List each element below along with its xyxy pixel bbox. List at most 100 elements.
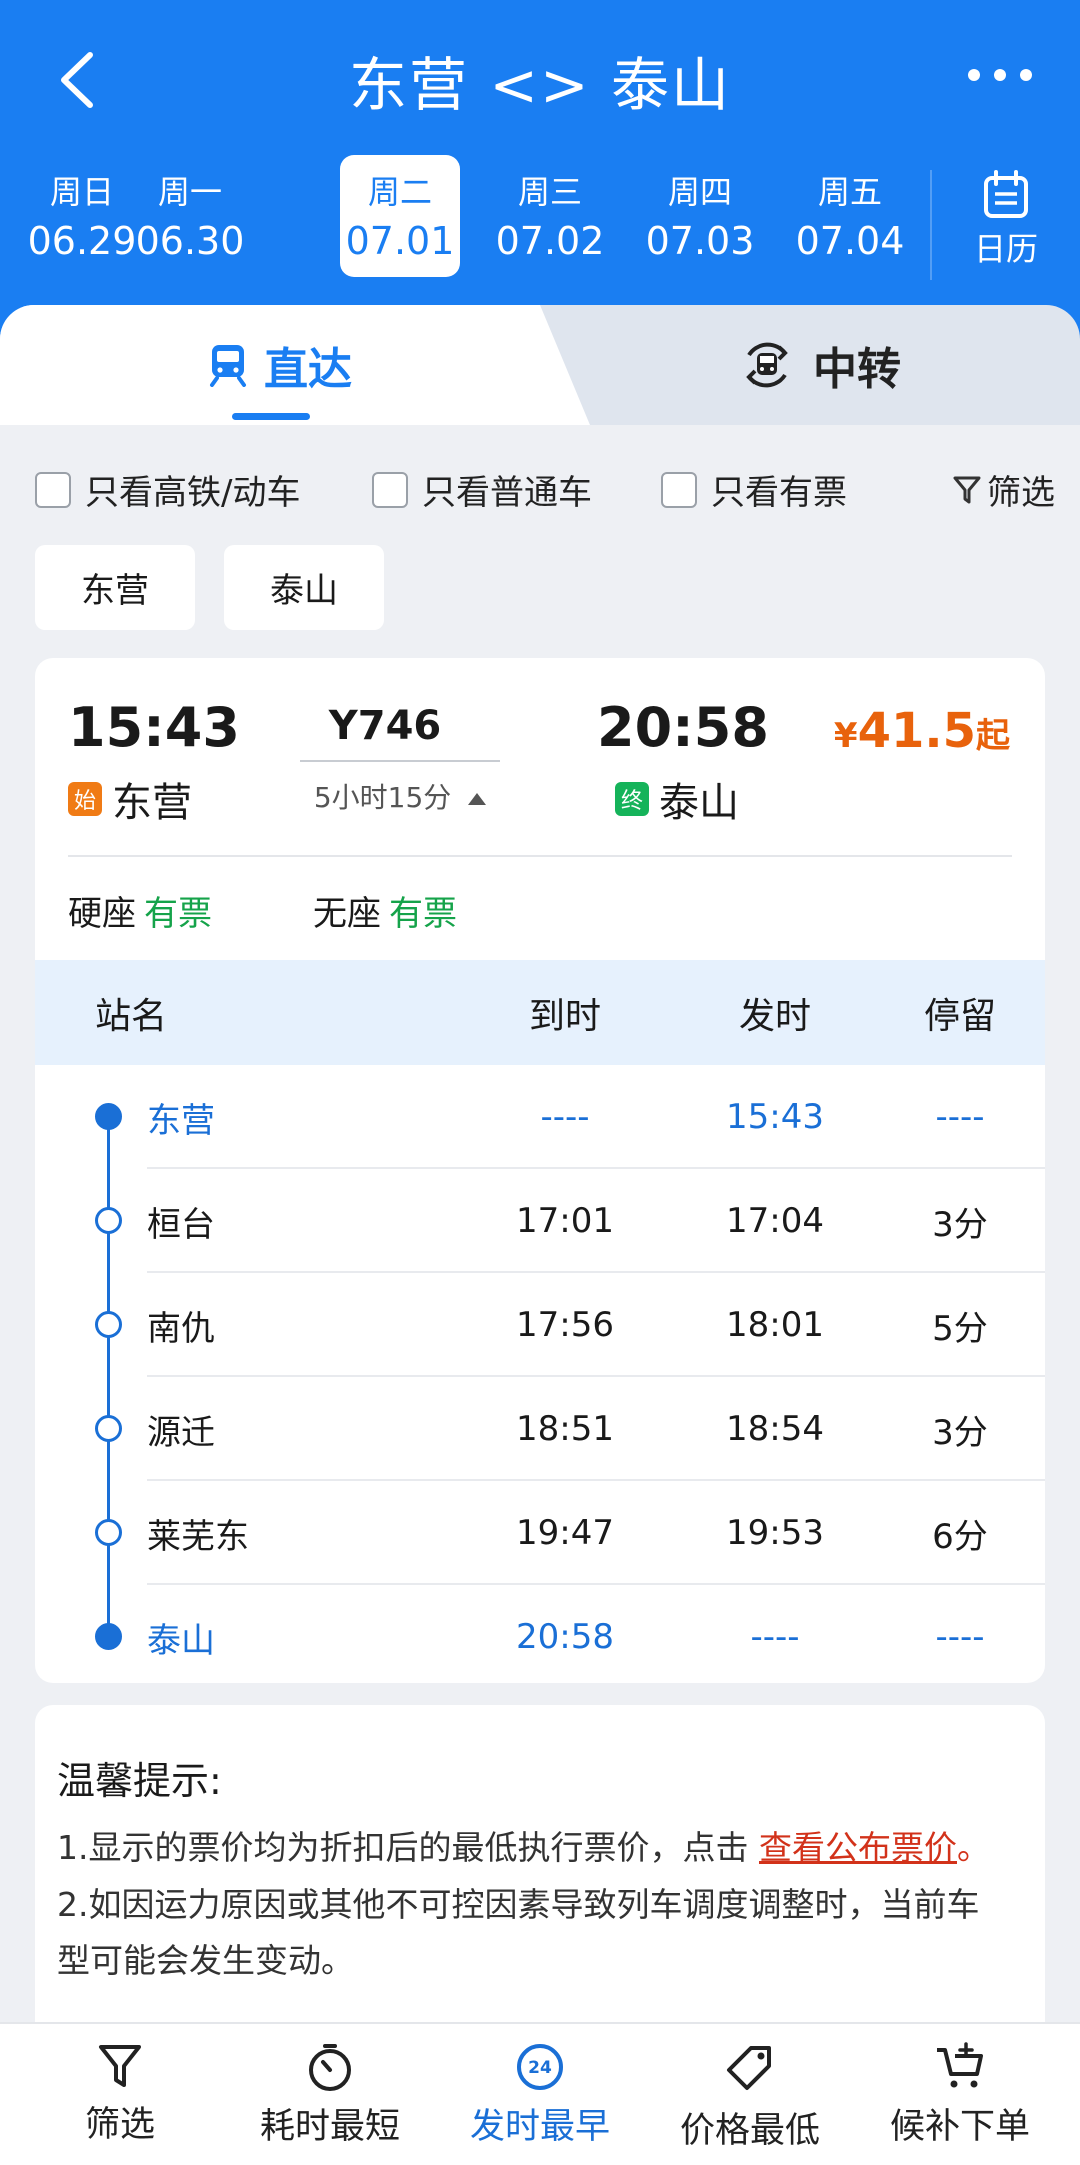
date-tab[interactable]: 周四 07.03 [640, 155, 760, 277]
nav-lowest-price-label: 价格最低 [679, 2111, 820, 2151]
date-weekday: 周一 [157, 173, 222, 211]
price-suffix: 起 [976, 716, 1010, 756]
stop-depart: ---- [750, 1617, 800, 1657]
date-value: 06.30 [135, 219, 245, 263]
date-weekday: 周四 [667, 173, 732, 211]
stop-stay: 3分 [932, 1412, 988, 1453]
filter-normal-checkbox[interactable]: 只看普通车 [372, 465, 592, 514]
filter-high-speed-checkbox[interactable]: 只看高铁/动车 [35, 465, 300, 514]
tips-card: 温馨提示: 1.显示的票价均为折扣后的最低执行票价，点击 查看公布票价。 2.如… [35, 1705, 1045, 2025]
filter-label: 只看高铁/动车 [85, 473, 301, 513]
tips-line-3: 型可能会发生变动。 [57, 1941, 354, 1980]
train-icon [210, 345, 246, 387]
date-value: 07.03 [645, 219, 755, 263]
filter-has-ticket-checkbox[interactable]: 只看有票 [661, 465, 847, 514]
date-tab[interactable]: 周一 06.30 [130, 155, 250, 277]
tab-direct-label: 直达 [264, 344, 352, 395]
departure-time: 15:43 [68, 696, 240, 759]
more-dots-icon [968, 69, 1032, 81]
nav-lowest-price[interactable]: 价格最低 [650, 2024, 850, 2165]
calendar-button[interactable]: 日历 [930, 170, 1080, 280]
tips-line-1-suffix: 。 [957, 1828, 990, 1867]
date-tab[interactable]: 周五 07.04 [790, 155, 910, 277]
stops-list: 东营 ---- 15:43 ---- 桓台 17:01 17:04 3分 南仇 … [35, 1065, 1045, 1683]
stops-table-header: 站名 到时 发时 停留 [35, 960, 1045, 1065]
stop-depart: 18:54 [726, 1409, 824, 1449]
tips-title: 温馨提示: [57, 1759, 222, 1803]
tips-line-1-text: 1.显示的票价均为折扣后的最低执行票价，点击 [57, 1828, 749, 1867]
date-tab[interactable]: 周三 07.02 [490, 155, 610, 277]
bottom-sort-bar: 筛选 耗时最短 24 发时最早 价格最低 候补下单 [0, 2022, 1080, 2165]
seat-type: 硬座 [68, 894, 136, 934]
price: ¥41.5起 [834, 703, 1010, 759]
stop-name: 东营 [147, 1100, 215, 1141]
tips-line-2: 2.如因运力原因或其他不可控因素导致列车调度调整时，当前车 [57, 1885, 980, 1924]
nav-earliest-departure[interactable]: 24 发时最早 [440, 2024, 640, 2165]
nav-waitlist-order[interactable]: 候补下单 [860, 2024, 1060, 2165]
start-tag: 始 [68, 782, 102, 816]
departure-station: 始 东营 [68, 770, 192, 828]
end-tag: 终 [615, 782, 649, 816]
stop-depart: 15:43 [726, 1097, 824, 1137]
filter-button[interactable]: 筛选 [953, 465, 1055, 514]
clock-24-icon: 24 [517, 2044, 563, 2090]
stop-row: 源迁 18:51 18:54 3分 [35, 1377, 1045, 1481]
stop-name: 源迁 [147, 1412, 215, 1453]
header-stay: 停留 [923, 995, 996, 1037]
stop-dot-filled [95, 1103, 122, 1130]
stop-name: 南仇 [147, 1308, 215, 1349]
date-weekday: 周五 [817, 173, 882, 211]
filter-icon [99, 2045, 141, 2087]
station-chip-to[interactable]: 泰山 [224, 545, 384, 630]
date-weekday: 周二 [367, 173, 432, 211]
arrival-time: 20:58 [597, 696, 769, 759]
duration[interactable]: 5小时15分 [295, 776, 505, 816]
stopwatch-icon [309, 2044, 351, 2091]
funnel-icon [953, 476, 981, 503]
seat-item: 无座 有票 [313, 886, 457, 935]
nav-shortest-time-label: 耗时最短 [259, 2107, 400, 2147]
nav-filter[interactable]: 筛选 [20, 2024, 220, 2165]
seat-item: 硬座 有票 [68, 886, 212, 935]
stop-arrive: 19:47 [516, 1513, 614, 1553]
tab-direct[interactable]: 直达 [150, 305, 410, 425]
price-tag-icon [727, 2046, 771, 2090]
stop-stay: ---- [935, 1097, 985, 1137]
train-card[interactable]: 15:43 始 东营 Y746 5小时15分 20:58 终 泰山 ¥41.5起… [35, 658, 1045, 1683]
date-tab[interactable]: 周日 06.29 [22, 155, 142, 277]
tab-transfer-label: 中转 [813, 344, 901, 395]
train-number: Y746 [328, 703, 442, 749]
nav-filter-label: 筛选 [84, 2105, 155, 2145]
seat-type: 无座 [313, 894, 381, 934]
stop-dot [95, 1519, 122, 1546]
more-button[interactable] [960, 55, 1040, 95]
stop-stay: 6分 [932, 1516, 988, 1557]
nav-earliest-departure-label: 发时最早 [469, 2107, 610, 2147]
nav-waitlist-order-label: 候补下单 [889, 2107, 1030, 2147]
stop-stay: ---- [935, 1617, 985, 1657]
duration-text: 5小时15分 [313, 781, 452, 814]
price-value: 41.5 [857, 703, 976, 759]
stop-stay: 5分 [932, 1308, 988, 1349]
view-published-price-link[interactable]: 查看公布票价 [759, 1828, 957, 1867]
date-weekday: 周日 [49, 173, 114, 211]
svg-text:24: 24 [528, 2058, 552, 2078]
date-tab-selected[interactable]: 周二 07.01 [340, 155, 460, 277]
stop-dot [95, 1415, 122, 1442]
stop-name: 桓台 [147, 1204, 215, 1245]
price-currency: ¥ [833, 716, 858, 756]
stop-row: 南仇 17:56 18:01 5分 [35, 1273, 1045, 1377]
stop-dot [95, 1207, 122, 1234]
station-chip-from[interactable]: 东营 [35, 545, 195, 630]
tab-active-indicator [232, 413, 310, 420]
stop-name: 莱芜东 [147, 1516, 249, 1557]
tab-transfer[interactable]: 中转 [700, 305, 940, 425]
stop-row: 东营 ---- 15:43 ---- [35, 1065, 1045, 1169]
quick-filters: 只看高铁/动车 只看普通车 只看有票 筛选 [35, 465, 1055, 515]
stop-row: 泰山 20:58 ---- ---- [35, 1585, 1045, 1683]
nav-shortest-time[interactable]: 耗时最短 [230, 2024, 430, 2165]
tips-line-1: 1.显示的票价均为折扣后的最低执行票价，点击 查看公布票价。 [57, 1820, 1027, 1876]
stop-depart: 18:01 [726, 1305, 824, 1345]
header-station: 站名 [95, 995, 168, 1037]
top-header: 东营 <> 泰山 周日 06.29 周一 06.30 周二 07.01 周三 0… [0, 0, 1080, 340]
